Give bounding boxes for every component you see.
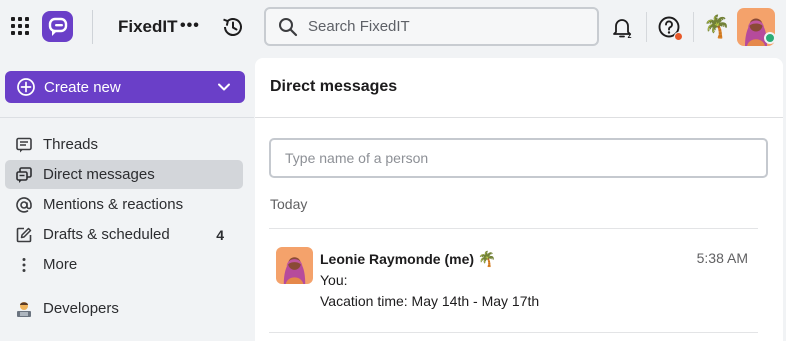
search-placeholder: Search FixedIT (308, 18, 410, 35)
message-author-prefix: You: (320, 272, 348, 288)
help-icon[interactable] (657, 15, 683, 41)
sidebar-item-developers[interactable]: Developers (5, 294, 243, 323)
page-title: Direct messages (270, 78, 398, 95)
divider (693, 12, 694, 42)
sidebar-item-label: Drafts & scheduled (43, 226, 170, 243)
drafts-icon (15, 226, 33, 244)
sidebar-item-label: Developers (43, 300, 119, 317)
person-search-input[interactable] (269, 138, 768, 178)
sender-name-text: Leonie Raymonde (me) (320, 251, 475, 267)
apps-grid-icon[interactable] (11, 17, 29, 35)
sidebar-item-label: Direct messages (43, 166, 155, 183)
divider (269, 228, 758, 229)
sidebar-item-direct-messages[interactable]: Direct messages (5, 160, 243, 189)
more-options-button[interactable]: ••• (180, 17, 200, 35)
search-bar[interactable]: Search FixedIT (264, 7, 599, 46)
app-logo-icon[interactable] (42, 11, 73, 42)
sidebar-item-mentions-reactions[interactable]: Mentions & reactions (5, 190, 243, 219)
workspace-name[interactable]: FixedIT (118, 17, 178, 37)
drafts-count-badge: 4 (216, 226, 224, 243)
chevron-down-icon[interactable] (217, 80, 231, 94)
presence-indicator (764, 32, 776, 44)
sidebar-item-more[interactable]: More (5, 250, 243, 279)
history-icon[interactable] (220, 14, 246, 40)
plus-circle-icon (17, 78, 35, 96)
sidebar-item-drafts-scheduled[interactable]: Drafts & scheduled 4 (5, 220, 243, 249)
sender-name: Leonie Raymonde (me) 🌴 (320, 250, 497, 268)
notification-dot (674, 32, 683, 41)
developer-emoji-icon (15, 300, 33, 318)
message-preview: Vacation time: May 14th - May 17th (320, 293, 540, 309)
divider (646, 12, 647, 42)
divider (269, 332, 758, 333)
divider (255, 117, 783, 118)
threads-icon (15, 136, 33, 154)
divider (92, 10, 93, 44)
status-emoji[interactable]: 🌴 (703, 13, 730, 41)
more-vertical-icon (15, 256, 33, 274)
search-icon (279, 17, 298, 36)
sidebar-item-label: Threads (43, 136, 99, 153)
create-new-button[interactable]: Create new (5, 71, 245, 103)
direct-messages-panel: Direct messages Today Leonie Raymonde (m… (255, 58, 783, 341)
sidebar-divider (0, 117, 254, 118)
sidebar-item-threads[interactable]: Threads (5, 130, 243, 159)
snooze-bell-icon[interactable]: z (611, 15, 635, 40)
status-emoji: 🌴 (477, 251, 497, 268)
avatar[interactable] (276, 247, 313, 284)
top-bar: FixedIT ••• Search FixedIT z 🌴 (0, 0, 786, 54)
at-mention-icon (15, 196, 33, 214)
day-separator-label: Today (270, 196, 308, 212)
create-new-label: Create new (44, 78, 121, 96)
direct-messages-icon (15, 166, 33, 184)
sidebar-item-label: More (43, 256, 78, 273)
message-timestamp: 5:38 AM (696, 250, 748, 266)
sidebar-item-label: Mentions & reactions (43, 196, 184, 213)
svg-text:z: z (628, 31, 632, 39)
